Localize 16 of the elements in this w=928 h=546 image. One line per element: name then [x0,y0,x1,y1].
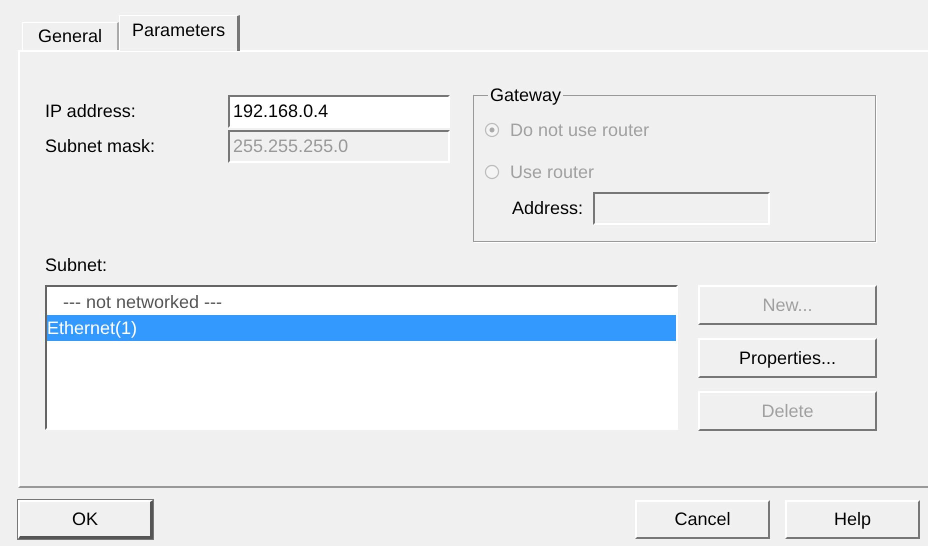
radio-label: Use router [510,162,594,182]
subnet-label: Subnet: [45,255,108,276]
radio-label: Do not use router [510,120,650,140]
address-label: Address: [512,198,584,219]
subnet-button[interactable]: Properties... [698,338,877,378]
group-title: Gateway [488,85,564,106]
subnet-list[interactable]: --- not networked --- Ethernet(1) [45,285,678,430]
field-label: IP address: [45,101,137,122]
list-item[interactable]: --- not networked --- [47,289,676,315]
field-label: Subnet mask: [45,136,156,157]
dialog-button[interactable]: OK [18,500,153,539]
input-field[interactable]: 192.168.0.4 [228,95,450,128]
tab[interactable]: Parameters [119,15,240,51]
dialog-button[interactable]: Cancel [635,500,770,539]
dialog-button[interactable]: Help [785,500,920,539]
tab[interactable]: General [22,22,120,50]
